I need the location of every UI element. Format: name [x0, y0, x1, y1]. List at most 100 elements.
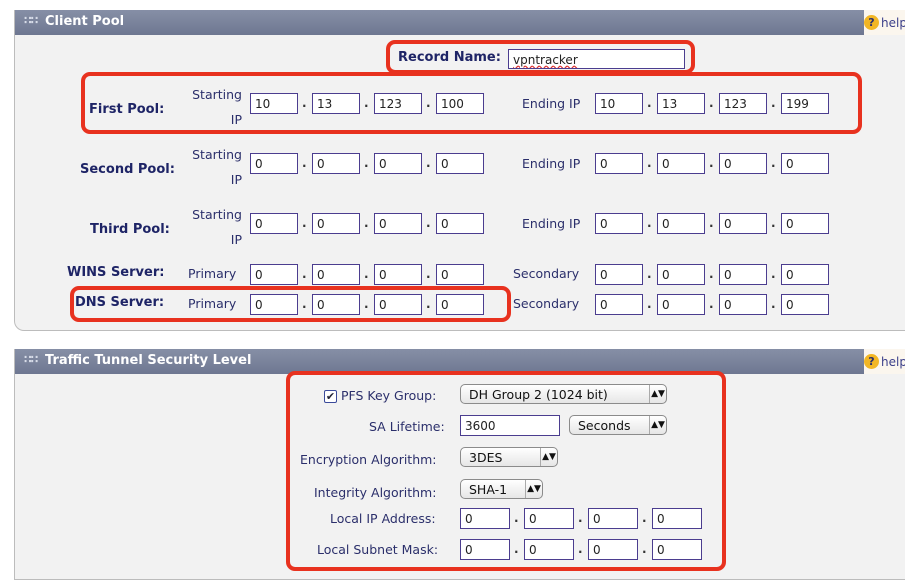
dns-server-secondary-octet-2[interactable]: 0 — [657, 294, 705, 315]
traffic-tunnel-title: Traffic Tunnel Security Level — [45, 353, 252, 368]
third-pool-label: Third Pool: — [90, 222, 170, 237]
octet-separator: . — [771, 297, 776, 311]
dns-server-secondary-octet-3[interactable]: 0 — [719, 294, 767, 315]
second-pool-start-octet-value: 0 — [255, 157, 263, 171]
wins-server-primary-octet-1[interactable]: 0 — [250, 264, 298, 285]
client-pool-header: ∷∷ Client Pool ? help — [15, 10, 905, 35]
wins-server-label: WINS Server: — [67, 265, 165, 280]
octet-separator: . — [364, 216, 369, 230]
grip-icon: ∷∷ — [24, 353, 38, 366]
wins-server-primary-octet-4[interactable]: 0 — [436, 264, 484, 285]
highlight-first-pool — [81, 72, 862, 134]
wins-server-primary-label: Primary — [188, 266, 237, 281]
third-pool-start-octet-4[interactable]: 0 — [436, 213, 484, 234]
highlight-dns-server — [70, 286, 511, 322]
second-pool-end-octet-2[interactable]: 0 — [657, 153, 705, 174]
octet-separator: . — [364, 267, 369, 281]
second-pool-starting-ip-label: Starting IP — [192, 147, 242, 187]
dns-server-secondary-octet-value: 0 — [662, 298, 670, 312]
second-pool-end-octet-1[interactable]: 0 — [595, 153, 643, 174]
octet-separator: . — [709, 267, 714, 281]
octet-separator: . — [647, 156, 652, 170]
wins-server-primary-octet-value: 0 — [317, 268, 325, 282]
octet-separator: . — [771, 216, 776, 230]
grip-icon: ∷∷ — [24, 14, 38, 27]
wins-server-secondary-octet-value: 0 — [600, 268, 608, 282]
third-pool-start-octet-3[interactable]: 0 — [374, 213, 422, 234]
wins-server-primary-octet-value: 0 — [379, 268, 387, 282]
wins-server-secondary-octet-2[interactable]: 0 — [657, 264, 705, 285]
octet-separator: . — [647, 297, 652, 311]
third-pool-end-octet-3[interactable]: 0 — [719, 213, 767, 234]
wins-server-primary-octet-value: 0 — [255, 268, 263, 282]
wins-server-primary-octet-value: 0 — [441, 268, 449, 282]
second-pool-end-octet-value: 0 — [786, 157, 794, 171]
third-pool-end-octet-2[interactable]: 0 — [657, 213, 705, 234]
second-pool-start-octet-1[interactable]: 0 — [250, 153, 298, 174]
second-pool-start-octet-value: 0 — [379, 157, 387, 171]
traffic-tunnel-help-link[interactable]: ? help — [864, 349, 905, 374]
highlight-record-name — [386, 40, 695, 74]
second-pool-end-octet-3[interactable]: 0 — [719, 153, 767, 174]
wins-server-secondary-octet-value: 0 — [662, 268, 670, 282]
octet-separator: . — [426, 267, 431, 281]
third-pool-start-octet-1[interactable]: 0 — [250, 213, 298, 234]
second-pool-start-octet-4[interactable]: 0 — [436, 153, 484, 174]
octet-separator: . — [709, 297, 714, 311]
client-pool-help-link[interactable]: ? help — [864, 10, 905, 35]
octet-separator: . — [709, 216, 714, 230]
dns-server-secondary-octet-1[interactable]: 0 — [595, 294, 643, 315]
third-pool-start-octet-value: 0 — [255, 217, 263, 231]
octet-separator: . — [302, 216, 307, 230]
third-pool-end-octet-4[interactable]: 0 — [781, 213, 829, 234]
second-pool-start-octet-value: 0 — [317, 157, 325, 171]
highlight-traffic-tunnel-settings — [286, 371, 726, 571]
second-pool-start-octet-value: 0 — [441, 157, 449, 171]
dns-server-secondary-octet-4[interactable]: 0 — [781, 294, 829, 315]
third-pool-ending-ip-label: Ending IP — [522, 216, 581, 231]
third-pool-starting-ip-label: Starting IP — [192, 207, 242, 247]
wins-server-secondary-label: Secondary — [513, 266, 580, 281]
wins-server-primary-octet-3[interactable]: 0 — [374, 264, 422, 285]
octet-separator: . — [302, 267, 307, 281]
second-pool-end-octet-4[interactable]: 0 — [781, 153, 829, 174]
octet-separator: . — [647, 216, 652, 230]
third-pool-end-octet-value: 0 — [600, 217, 608, 231]
second-pool-end-octet-value: 0 — [600, 157, 608, 171]
second-pool-ending-ip-label: Ending IP — [522, 156, 581, 171]
octet-separator: . — [426, 156, 431, 170]
octet-separator: . — [709, 156, 714, 170]
wins-server-primary-octet-2[interactable]: 0 — [312, 264, 360, 285]
help-icon: ? — [864, 354, 879, 369]
octet-separator: . — [426, 216, 431, 230]
third-pool-end-octet-1[interactable]: 0 — [595, 213, 643, 234]
wins-server-secondary-octet-3[interactable]: 0 — [719, 264, 767, 285]
third-pool-end-octet-value: 0 — [786, 217, 794, 231]
wins-server-secondary-octet-4[interactable]: 0 — [781, 264, 829, 285]
second-pool-start-octet-2[interactable]: 0 — [312, 153, 360, 174]
wins-server-secondary-octet-value: 0 — [786, 268, 794, 282]
dns-server-secondary-octet-value: 0 — [786, 298, 794, 312]
third-pool-start-octet-value: 0 — [379, 217, 387, 231]
octet-separator: . — [364, 156, 369, 170]
client-pool-title: Client Pool — [45, 14, 125, 29]
wins-server-secondary-octet-1[interactable]: 0 — [595, 264, 643, 285]
dns-server-secondary-octet-value: 0 — [724, 298, 732, 312]
octet-separator: . — [771, 156, 776, 170]
third-pool-start-octet-value: 0 — [441, 217, 449, 231]
octet-separator: . — [302, 156, 307, 170]
third-pool-start-octet-value: 0 — [317, 217, 325, 231]
second-pool-end-octet-value: 0 — [724, 157, 732, 171]
third-pool-end-octet-value: 0 — [724, 217, 732, 231]
dns-server-secondary-octet-value: 0 — [600, 298, 608, 312]
second-pool-label: Second Pool: — [80, 162, 175, 177]
octet-separator: . — [771, 267, 776, 281]
second-pool-start-octet-3[interactable]: 0 — [374, 153, 422, 174]
dns-server-secondary-label: Secondary — [513, 296, 580, 311]
third-pool-start-octet-2[interactable]: 0 — [312, 213, 360, 234]
wins-server-secondary-octet-value: 0 — [724, 268, 732, 282]
help-icon: ? — [864, 15, 879, 30]
octet-separator: . — [647, 267, 652, 281]
second-pool-end-octet-value: 0 — [662, 157, 670, 171]
third-pool-end-octet-value: 0 — [662, 217, 670, 231]
